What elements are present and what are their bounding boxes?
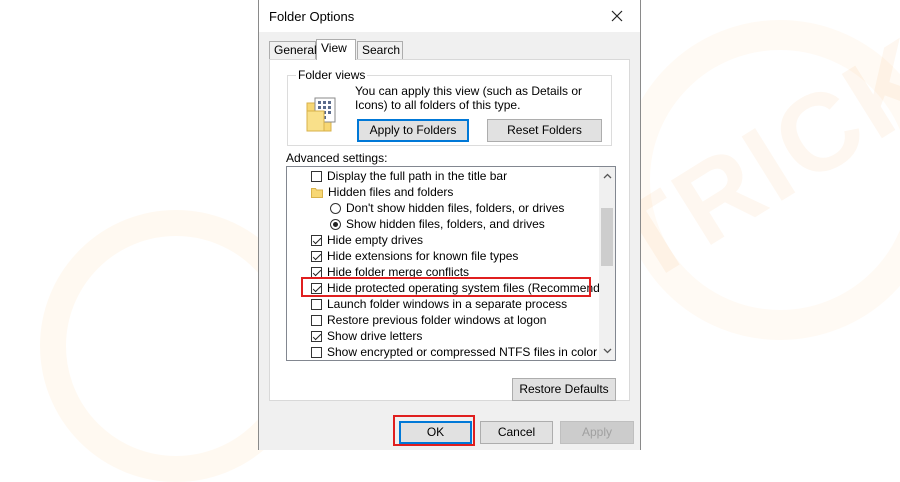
setting-label: Don't show hidden files, folders, or dri… [346,201,565,215]
group-hidden-files: Hidden files and folders [311,184,453,200]
folder-options-dialog: Folder Options General View Search Folde… [258,0,641,450]
setting-label: Restore previous folder windows at logon [327,313,547,327]
advanced-settings-list[interactable]: Display the full path in the title bar H… [286,166,616,361]
checkbox[interactable] [311,314,322,326]
checkbox-checked[interactable] [311,266,322,278]
checkbox-checked[interactable] [311,330,322,342]
group-label: Hidden files and folders [328,185,454,199]
checkbox[interactable] [311,298,322,310]
chevron-up-icon [603,173,611,179]
restore-defaults-button[interactable]: Restore Defaults [512,378,616,401]
tab-general[interactable]: General [269,41,317,59]
setting-label: Hide empty drives [327,233,424,247]
setting-label: Show drive letters [327,329,423,343]
checkbox-checked[interactable] [311,250,322,262]
tab-view[interactable]: View [316,39,356,60]
setting-label: Show encrypted or compressed NTFS files … [327,345,598,359]
cancel-button[interactable]: Cancel [480,421,553,444]
chevron-down-icon [603,348,611,354]
setting-launch-separate-process[interactable]: Launch folder windows in a separate proc… [311,296,567,312]
apply-to-folders-button[interactable]: Apply to Folders [357,119,469,142]
scroll-down-button[interactable] [599,343,615,359]
close-button[interactable] [594,0,640,32]
setting-label: Show hidden files, folders, and drives [346,217,545,231]
window-title: Folder Options [269,9,355,24]
setting-show-hidden[interactable]: Show hidden files, folders, and drives [330,216,545,232]
highlight-protected-files [301,277,591,297]
checkbox[interactable] [311,346,322,358]
apply-button[interactable]: Apply [560,421,634,444]
radio-button-selected[interactable] [330,218,341,230]
view-tab-panel: Folder views You can apply this view (su… [269,59,630,401]
setting-restore-windows-logon[interactable]: Restore previous folder windows at logon [311,312,546,328]
folder-views-description: You can apply this view (such as Details… [355,84,583,112]
setting-hide-empty-drives[interactable]: Hide empty drives [311,232,423,248]
advanced-settings-label: Advanced settings: [286,151,388,165]
setting-label: Launch folder windows in a separate proc… [327,297,568,311]
tab-search[interactable]: Search [357,41,403,59]
setting-dont-show-hidden[interactable]: Don't show hidden files, folders, or dri… [330,200,564,216]
folder-views-group: Folder views You can apply this view (su… [287,68,612,146]
scroll-up-button[interactable] [599,168,615,184]
setting-display-full-path[interactable]: Display the full path in the title bar [311,168,507,184]
setting-label: Hide extensions for known file types [327,249,519,263]
setting-label: Display the full path in the title bar [327,169,508,183]
folder-views-title: Folder views [296,68,368,82]
folder-icon [311,187,323,198]
radio-button[interactable] [330,202,341,214]
folder-views-icon [306,97,336,132]
setting-show-drive-letters[interactable]: Show drive letters [311,328,422,344]
reset-folders-button[interactable]: Reset Folders [487,119,602,142]
title-bar: Folder Options [259,0,640,32]
list-scrollbar[interactable] [599,167,615,360]
highlight-ok-button [393,415,475,446]
checkbox[interactable] [311,170,322,182]
setting-show-encrypted-color[interactable]: Show encrypted or compressed NTFS files … [311,344,597,360]
close-icon [611,10,623,22]
scrollbar-thumb[interactable] [601,208,613,266]
checkbox-checked[interactable] [311,234,322,246]
setting-hide-extensions[interactable]: Hide extensions for known file types [311,248,518,264]
